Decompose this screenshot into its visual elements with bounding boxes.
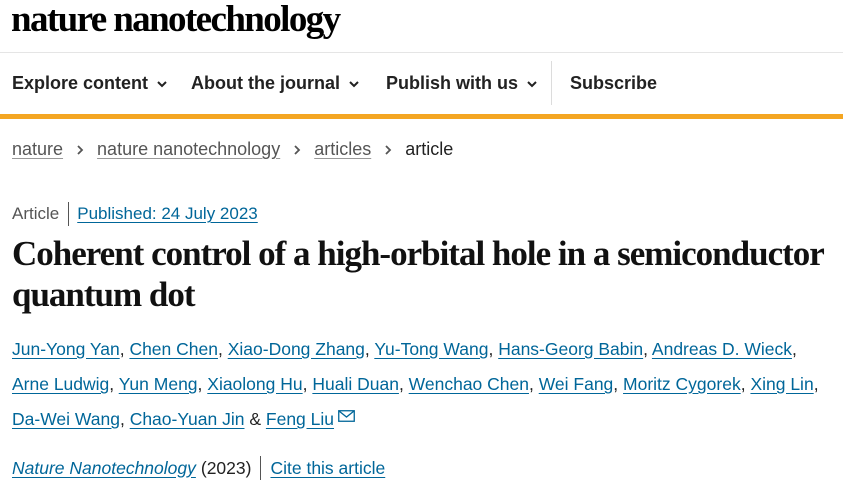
chevron-down-icon [157,80,167,87]
author-link[interactable]: Yun Meng [119,374,198,394]
nav-about-journal[interactable]: About the journal [191,73,360,94]
breadcrumb-articles[interactable]: articles [314,139,371,160]
author-link[interactable]: Huali Duan [312,374,399,394]
journal-link[interactable]: Nature Nanotechnology [12,458,196,479]
author-link[interactable]: Xing Lin [750,374,813,394]
nav-item-label: Publish with us [386,73,519,93]
article-meta: Article Published: 24 July 2023 [12,202,258,226]
chevron-right-icon [385,144,392,155]
author-list: Jun-Yong Yan, Chen Chen, Xiao-Dong Zhang… [12,339,819,429]
nav-subscribe[interactable]: Subscribe [570,73,657,94]
author-link[interactable]: Da-Wei Wang [12,409,120,429]
chevron-right-icon [294,144,301,155]
author-link[interactable]: Hans-Georg Babin [498,339,643,359]
cite-this-article-link[interactable]: Cite this article [270,458,385,479]
nav-item-label: About the journal [191,73,340,93]
author-link[interactable]: Chao-Yuan Jin [130,409,245,429]
chevron-down-icon [527,80,537,87]
breadcrumb: nature nature nanotechnology articles ar… [12,139,453,160]
nav-divider [551,61,552,105]
author-link[interactable]: Arne Ludwig [12,374,109,394]
author-link[interactable]: Moritz Cygorek [623,374,741,394]
citation-divider [260,456,262,480]
author-link[interactable]: Chen Chen [129,339,218,359]
chevron-right-icon [77,144,84,155]
masthead: nature nanotechnology [0,0,843,53]
nav-item-label: Subscribe [570,73,658,93]
author-link[interactable]: Jun-Yong Yan [12,339,120,359]
nav-publish-with-us[interactable]: Publish with us [386,73,538,94]
author-link[interactable]: Wenchao Chen [409,374,529,394]
main-nav: Explore content About the journal Publis… [0,53,843,119]
chevron-down-icon [349,80,359,87]
meta-divider [68,202,70,226]
breadcrumb-nature[interactable]: nature [12,139,63,160]
email-icon[interactable] [338,410,355,422]
author-link[interactable]: Andreas D. Wieck [652,339,792,359]
author-link[interactable]: Yu-Tong Wang [374,339,488,359]
breadcrumb-current: article [405,139,454,159]
published-date-link[interactable]: Published: 24 July 2023 [77,204,258,224]
author-link[interactable]: Feng Liu [266,409,334,429]
nav-item-label: Explore content [12,73,149,93]
publication-year: (2023) [200,457,252,478]
journal-logo[interactable]: nature nanotechnology [11,0,341,40]
author-link[interactable]: Wei Fang [539,374,614,394]
article-title: Coherent control of a high-orbital hole … [12,234,824,314]
citation-line: Nature Nanotechnology (2023) Cite this a… [12,456,385,480]
author-link[interactable]: Xiaolong Hu [207,374,302,394]
nav-explore-content[interactable]: Explore content [12,73,168,94]
author-link[interactable]: Xiao-Dong Zhang [228,339,365,359]
article-type: Article [12,204,60,223]
breadcrumb-nature-nanotechnology[interactable]: nature nanotechnology [97,139,280,160]
